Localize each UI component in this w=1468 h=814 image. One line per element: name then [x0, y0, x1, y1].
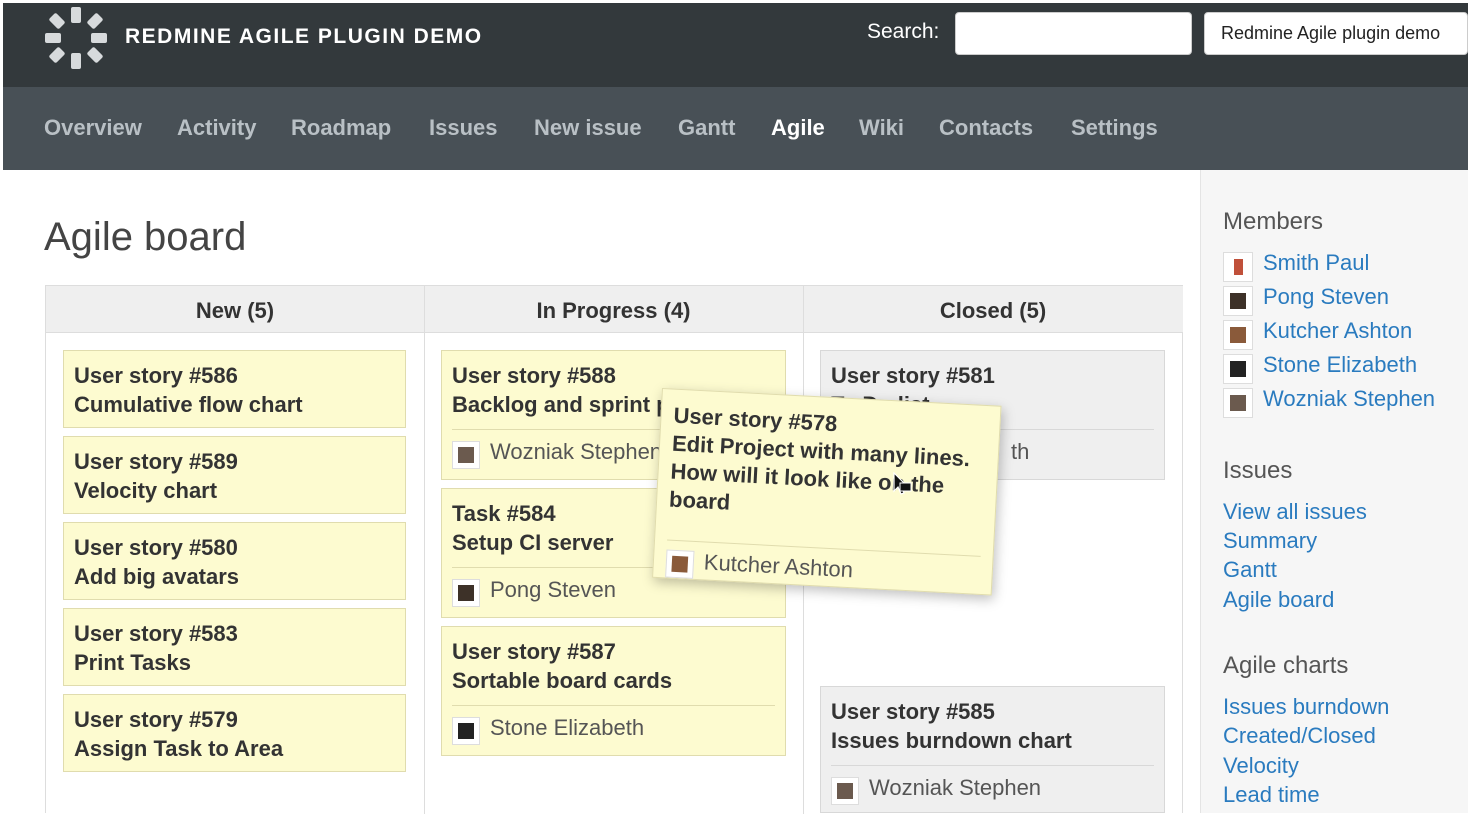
issue-card[interactable]: User story #587 Sortable board cards Sto… [441, 626, 786, 756]
issue-card[interactable]: User story #583 Print Tasks [63, 608, 406, 686]
app-title[interactable]: REDMINE AGILE PLUGIN DEMO [125, 25, 483, 49]
card-title[interactable]: User story #580 [74, 533, 395, 562]
card-title[interactable]: User story #579 [74, 705, 395, 734]
member-link[interactable]: Pong Steven [1263, 284, 1389, 310]
velocity-link[interactable]: Velocity [1223, 753, 1299, 779]
main-menu: Overview Activity Roadmap Issues New iss… [3, 87, 1468, 170]
column-divider [424, 286, 425, 814]
issue-card[interactable]: User story #580 Add big avatars [63, 522, 406, 600]
agile-board-link[interactable]: Agile board [1223, 587, 1334, 613]
tab-activity[interactable]: Activity [177, 115, 256, 141]
card-divider [452, 705, 775, 706]
assignee-name[interactable]: Wozniak Stephen [490, 439, 662, 465]
issues-burndown-link[interactable]: Issues burndown [1223, 694, 1389, 720]
card-subject: Velocity chart [74, 478, 218, 503]
card-title[interactable]: User story #581 [831, 361, 1154, 390]
member-link[interactable]: Smith Paul [1263, 250, 1369, 276]
tab-new-issue[interactable]: New issue [534, 115, 642, 141]
assignee-name[interactable]: Kutcher Ashton [703, 549, 853, 583]
agile-charts-heading: Agile charts [1223, 652, 1349, 679]
issue-card[interactable]: User story #586 Cumulative flow chart [63, 350, 406, 428]
card-subject: Assign Task to Area [74, 736, 284, 761]
card-title[interactable]: User story #586 [74, 361, 395, 390]
column-header-new: New (5) [46, 286, 424, 333]
lead-time-link[interactable]: Lead time [1223, 782, 1320, 808]
assignee-name[interactable]: th [1011, 439, 1029, 465]
column-header-in-progress: In Progress (4) [424, 286, 803, 333]
avatar-icon [452, 717, 480, 745]
issue-card[interactable]: User story #579 Assign Task to Area [63, 694, 406, 772]
assignee-name[interactable]: Stone Elizabeth [490, 715, 644, 741]
member-link[interactable]: Stone Elizabeth [1263, 352, 1417, 378]
issues-heading: Issues [1223, 457, 1293, 484]
issue-card[interactable]: User story #589 Velocity chart [63, 436, 406, 514]
page-title: Agile board [44, 215, 247, 259]
tab-settings[interactable]: Settings [1071, 115, 1158, 141]
card-subject: Sortable board cards [452, 668, 673, 693]
assignee-name[interactable]: Wozniak Stephen [869, 775, 1041, 801]
dragged-issue-card[interactable]: User story #578 Edit Project with many l… [652, 388, 1002, 596]
tab-overview[interactable]: Overview [44, 115, 142, 141]
card-subject: Add big avatars [74, 564, 240, 589]
search-label: Search: [867, 20, 940, 43]
gantt-link[interactable]: Gantt [1223, 557, 1277, 583]
view-all-issues-link[interactable]: View all issues [1223, 499, 1367, 525]
card-subject: Issues burndown chart [831, 728, 1072, 753]
summary-link[interactable]: Summary [1223, 528, 1317, 554]
top-header: REDMINE AGILE PLUGIN DEMO Search: Redmin… [3, 3, 1468, 87]
tab-agile[interactable]: Agile [771, 115, 825, 141]
avatar-icon [831, 777, 859, 805]
card-title[interactable]: User story #583 [74, 619, 395, 648]
column-header-closed: Closed (5) [803, 286, 1183, 333]
avatar-icon [1223, 388, 1253, 418]
card-title[interactable]: User story #587 [452, 637, 775, 666]
card-title[interactable]: User story #588 [452, 361, 775, 390]
project-jump-select[interactable]: Redmine Agile plugin demo [1204, 12, 1468, 55]
tab-roadmap[interactable]: Roadmap [291, 115, 391, 141]
move-cursor-icon [893, 472, 912, 495]
sidebar: Members Smith Paul Pong Steven Kutcher A… [1200, 170, 1468, 813]
avatar-icon [452, 441, 480, 469]
issue-card[interactable]: User story #585 Issues burndown chart Wo… [820, 686, 1165, 813]
card-title[interactable]: User story #589 [74, 447, 395, 476]
redmine-logo-icon[interactable] [43, 5, 109, 71]
avatar-icon [1223, 320, 1253, 350]
member-link[interactable]: Kutcher Ashton [1263, 318, 1412, 344]
search-input[interactable] [955, 12, 1192, 55]
card-subject: Print Tasks [74, 650, 191, 675]
members-heading: Members [1223, 208, 1324, 235]
tab-wiki[interactable]: Wiki [859, 115, 904, 141]
created-closed-link[interactable]: Created/Closed [1223, 723, 1376, 749]
tab-gantt[interactable]: Gantt [678, 115, 735, 141]
member-link[interactable]: Wozniak Stephen [1263, 386, 1435, 412]
avatar-icon [1223, 252, 1253, 282]
tab-contacts[interactable]: Contacts [939, 115, 1033, 141]
avatar-icon [1223, 286, 1253, 316]
avatar-icon [665, 549, 695, 579]
avatar-icon [1223, 354, 1253, 384]
card-divider [831, 765, 1154, 766]
assignee-name[interactable]: Pong Steven [490, 577, 616, 603]
tab-issues[interactable]: Issues [429, 115, 498, 141]
card-subject: Cumulative flow chart [74, 392, 303, 417]
card-title[interactable]: User story #585 [831, 697, 1154, 726]
avatar-icon [452, 579, 480, 607]
